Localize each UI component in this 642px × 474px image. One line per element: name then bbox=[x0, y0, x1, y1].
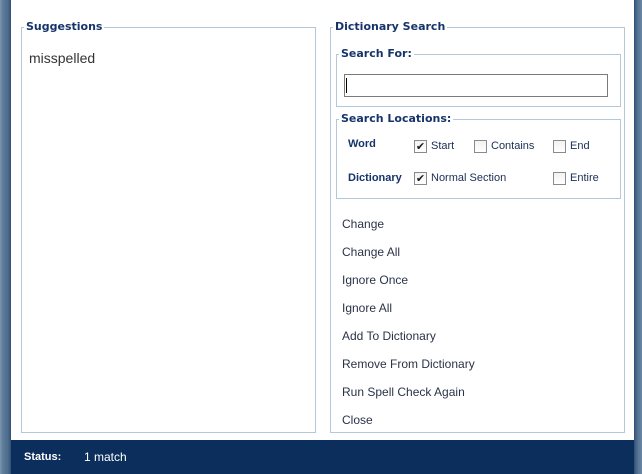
suggestion-item[interactable]: misspelled bbox=[29, 50, 95, 66]
end-checkbox[interactable] bbox=[553, 140, 566, 153]
end-checkbox-label[interactable]: End bbox=[570, 140, 590, 152]
status-bar: Status: 1 match bbox=[11, 440, 634, 474]
dictionary-search-panel: Dictionary Search Search For: Search Loc… bbox=[330, 21, 625, 433]
ignore-once-button[interactable]: Ignore Once bbox=[342, 272, 475, 300]
text-caret bbox=[346, 78, 347, 93]
contains-checkbox-label[interactable]: Contains bbox=[491, 140, 534, 152]
search-for-legend: Search For: bbox=[341, 47, 412, 60]
entire-checkbox[interactable] bbox=[553, 172, 566, 185]
spell-check-dialog: Suggestions misspelled Dictionary Search… bbox=[11, 0, 634, 440]
search-locations-legend: Search Locations: bbox=[341, 112, 452, 125]
normal-section-checkbox-label[interactable]: Normal Section bbox=[431, 172, 506, 184]
normal-section-checkbox[interactable]: ✔ bbox=[414, 172, 427, 185]
dictionary-search-legend: Dictionary Search bbox=[335, 20, 446, 33]
word-row-label: Word bbox=[348, 138, 376, 150]
ignore-all-button[interactable]: Ignore All bbox=[342, 300, 475, 328]
change-all-button[interactable]: Change All bbox=[342, 244, 475, 272]
run-spell-check-again-button[interactable]: Run Spell Check Again bbox=[342, 384, 475, 412]
start-checkbox-label[interactable]: Start bbox=[431, 140, 454, 152]
close-button[interactable]: Close bbox=[342, 412, 475, 440]
status-value: 1 match bbox=[84, 450, 127, 464]
add-to-dictionary-button[interactable]: Add To Dictionary bbox=[342, 328, 475, 356]
remove-from-dictionary-button[interactable]: Remove From Dictionary bbox=[342, 356, 475, 384]
window-frame-left bbox=[0, 0, 11, 474]
search-for-group: Search For: bbox=[336, 48, 621, 107]
window-frame-right bbox=[634, 0, 642, 474]
status-label: Status: bbox=[24, 451, 62, 463]
start-checkbox[interactable]: ✔ bbox=[414, 140, 427, 153]
entire-checkbox-label[interactable]: Entire bbox=[570, 172, 599, 184]
dictionary-row-label: Dictionary bbox=[348, 172, 402, 184]
change-button[interactable]: Change bbox=[342, 216, 475, 244]
search-input[interactable] bbox=[344, 74, 608, 97]
suggestions-legend: Suggestions bbox=[26, 20, 103, 33]
search-locations-group: Search Locations: Word ✔ Start Contains … bbox=[336, 113, 621, 199]
contains-checkbox[interactable] bbox=[474, 140, 487, 153]
action-list: Change Change All Ignore Once Ignore All… bbox=[342, 216, 475, 440]
suggestions-panel: Suggestions misspelled bbox=[21, 21, 316, 433]
